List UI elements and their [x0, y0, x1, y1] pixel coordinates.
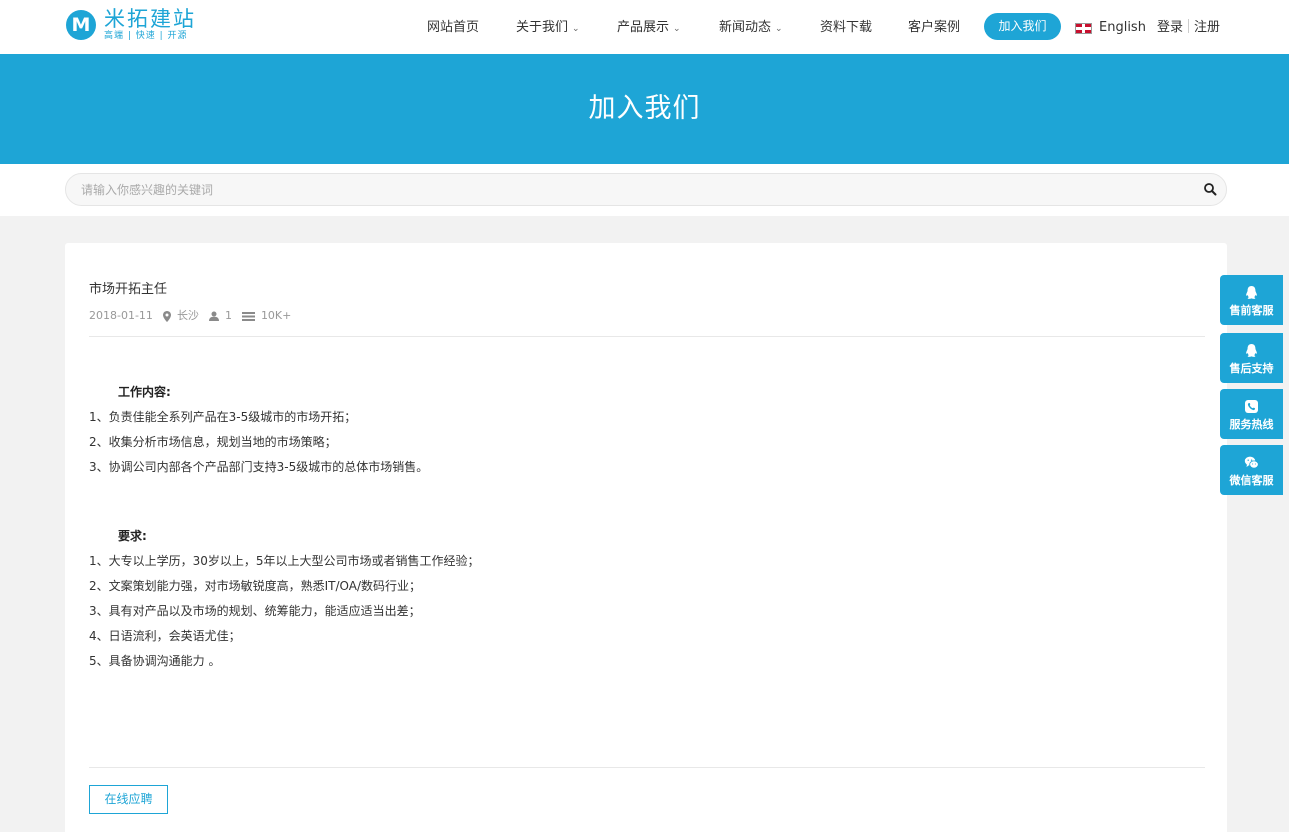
nav-home[interactable]: 网站首页: [427, 17, 479, 39]
language-label: English: [1099, 20, 1146, 35]
register-link[interactable]: 注册: [1194, 20, 1220, 35]
job-salary-text: 10K+: [260, 309, 292, 322]
nav-cases[interactable]: 客户案例: [908, 17, 960, 39]
job-date: 2018-01-11: [89, 309, 153, 322]
side-label: 售前客服: [1229, 304, 1274, 317]
search-bar: [0, 164, 1289, 216]
nav-label: 产品展示: [617, 20, 670, 35]
nav-label: 网站首页: [427, 20, 480, 35]
user-icon: [208, 311, 219, 321]
requirements-heading: 要求:: [118, 529, 147, 543]
job-title: 市场开拓主任: [89, 282, 168, 297]
card-divider: [89, 767, 1205, 768]
side-label: 微信客服: [1229, 474, 1274, 487]
side-service-hotline[interactable]: 服务热线: [1220, 389, 1283, 439]
duties-heading: 工作内容:: [118, 385, 171, 399]
chevron-down-icon: ⌄: [572, 24, 580, 34]
wechat-icon: [1244, 456, 1259, 469]
page-banner: 加入我们: [0, 54, 1289, 164]
qq-icon: [1246, 286, 1257, 299]
side-presales-service[interactable]: 售前客服: [1220, 275, 1283, 325]
language-switch[interactable]: English: [1075, 17, 1146, 39]
nav-join-us[interactable]: 加入我们: [984, 13, 1061, 40]
side-label: 售后支持: [1229, 362, 1274, 375]
side-aftersales-support[interactable]: 售后支持: [1220, 333, 1283, 383]
requirement-line: 5、具备协调沟通能力 。: [89, 654, 221, 668]
side-label: 服务热线: [1229, 418, 1274, 431]
chevron-down-icon: ⌄: [673, 24, 681, 34]
side-wechat-service[interactable]: 微信客服: [1220, 445, 1283, 495]
job-detail-card: 市场开拓主任 2018-01-11 长沙 1 10K+ 工作内容: 1、负责佳能…: [65, 243, 1227, 832]
nav-label: 客户案例: [908, 20, 961, 35]
requirement-line: 2、文案策划能力强，对市场敏锐度高，熟悉IT/OA/数码行业；: [89, 579, 422, 593]
chevron-down-icon: ⌄: [775, 24, 783, 34]
job-location-text: 长沙: [176, 309, 199, 322]
card-divider: [89, 336, 1205, 337]
apply-online-button[interactable]: 在线应聘: [89, 785, 168, 814]
requirement-line: 4、日语流利，会英语尤佳；: [89, 629, 241, 643]
job-headcount: 1: [208, 308, 232, 324]
auth-divider: [1188, 19, 1190, 33]
job-meta: 2018-01-11 长沙 1 10K+: [89, 308, 291, 324]
nav-label: 资料下载: [820, 20, 873, 35]
job-location: 长沙: [162, 308, 199, 324]
auth-links: 登录 注册: [1157, 17, 1220, 39]
requirement-line: 1、大专以上学历，30岁以上，5年以上大型公司市场或者销售工作经验；: [89, 554, 480, 568]
nav-about[interactable]: 关于我们 ⌄: [516, 17, 580, 40]
job-headcount-text: 1: [224, 309, 232, 322]
nav-products[interactable]: 产品展示 ⌄: [617, 17, 681, 40]
duty-line: 3、协调公司内部各个产品部门支持3-5级城市的总体市场销售。: [89, 460, 429, 474]
location-pin-icon: [162, 310, 171, 322]
nav-news[interactable]: 新闻动态 ⌄: [719, 17, 783, 40]
requirement-line: 3、具有对产品以及市场的规划、统筹能力，能适应适当出差；: [89, 604, 421, 618]
nav-label: 新闻动态: [719, 20, 772, 35]
site-header: M 米拓建站 高端 | 快速 | 开源 网站首页 关于我们 ⌄ 产品展示 ⌄ 新闻动…: [0, 0, 1289, 54]
phone-icon: [1245, 400, 1258, 413]
nav-downloads[interactable]: 资料下载: [820, 17, 872, 39]
page-title: 加入我们: [588, 93, 701, 124]
nav-label: 关于我们: [516, 20, 569, 35]
duty-line: 2、收集分析市场信息，规划当地的市场策略；: [89, 435, 337, 449]
qq-icon: [1246, 344, 1257, 357]
login-link[interactable]: 登录: [1157, 20, 1183, 35]
search-icon[interactable]: [1203, 182, 1217, 196]
salary-icon: [241, 311, 255, 321]
duty-line: 1、负责佳能全系列产品在3-5级城市的市场开拓；: [89, 410, 357, 424]
job-salary: 10K+: [241, 308, 292, 324]
uk-flag-icon: [1075, 22, 1092, 34]
search-input[interactable]: [65, 173, 1227, 206]
